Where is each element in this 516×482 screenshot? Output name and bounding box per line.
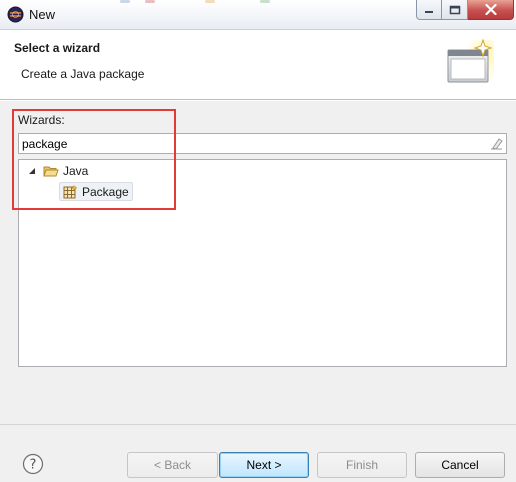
tree-item-label: Java [63,164,89,178]
wizard-filter-input[interactable] [18,133,507,154]
wizard-tree[interactable]: Java Package [18,159,507,367]
window-title: New [29,7,56,22]
titlebar-glass-artifact [260,0,270,3]
page-title: Select a wizard [14,41,101,55]
tree-item-label: Package [82,184,129,199]
open-folder-icon [43,166,59,177]
close-icon [484,4,497,15]
wizard-header: Select a wizard Create a Java package [0,30,516,100]
button-bar: ? < Back Next > Finish Cancel [0,424,516,482]
eclipse-icon [7,6,24,23]
wizards-label: Wizards: [18,113,65,127]
maximize-icon [449,5,460,14]
page-description: Create a Java package [21,67,145,81]
titlebar-glass-artifact [205,0,215,3]
titlebar-glass-artifact [120,0,130,3]
back-button[interactable]: < Back [127,452,218,478]
tree-item-package[interactable]: Package [59,182,133,201]
maximize-button[interactable] [442,0,468,20]
title-bar[interactable]: New [0,0,516,30]
minimize-icon [425,10,433,13]
next-button[interactable]: Next > [219,452,309,478]
close-button[interactable] [468,0,514,20]
eraser-icon[interactable] [490,137,503,150]
wizard-body: Wizards: Java Package [0,101,516,424]
help-icon[interactable]: ? [22,453,44,475]
minimize-button[interactable] [416,0,442,20]
cancel-button[interactable]: Cancel [415,452,505,478]
wizard-banner-icon [447,38,494,88]
tree-expanded-icon[interactable] [27,166,37,176]
svg-text:?: ? [30,458,37,473]
package-icon [63,184,78,198]
tree-item-java[interactable]: Java [27,162,88,180]
finish-button[interactable]: Finish [317,452,407,478]
titlebar-glass-artifact [145,0,155,3]
